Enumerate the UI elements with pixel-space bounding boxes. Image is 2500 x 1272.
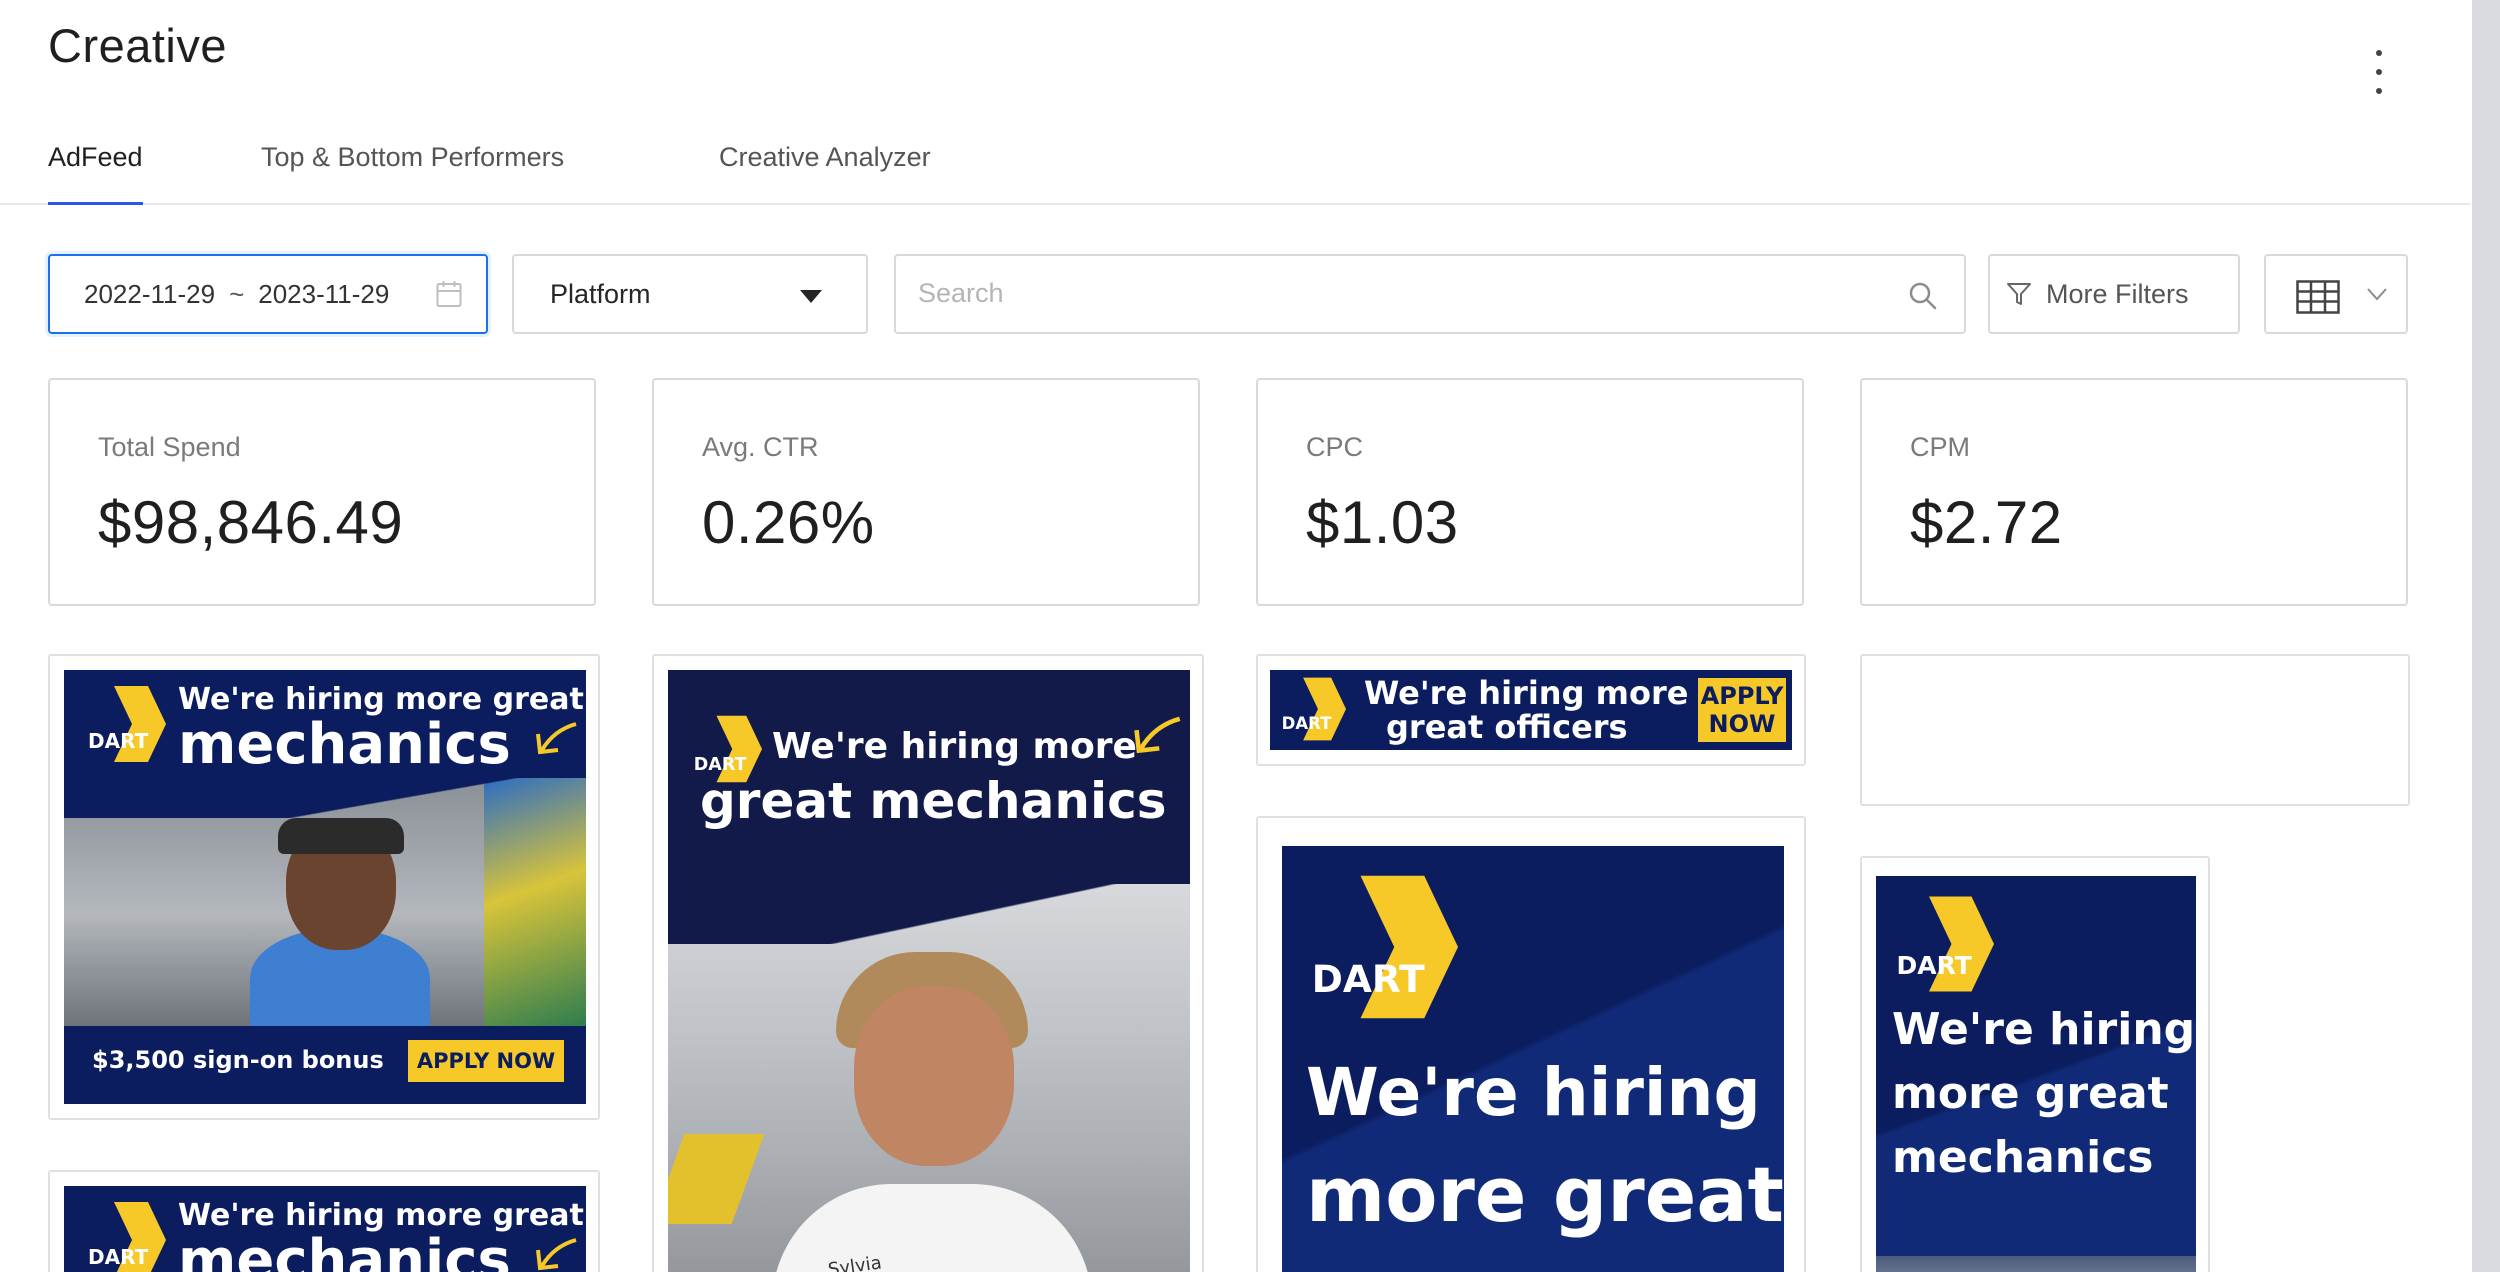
stat-card-cpc: CPC $1.03 [1256,378,1804,606]
view-mode-toggle[interactable] [2264,254,2408,334]
date-separator: ~ [229,278,245,309]
ad-photo-sylvia: Sylvia [668,884,1190,1272]
svg-text:DART: DART [1897,951,1972,980]
stat-value: 0.26% [702,489,875,556]
chevron-down-icon [2367,288,2387,301]
ad-headline-line2: mechanics [178,1228,511,1272]
ad-card[interactable]: DART We're hiring more great mechanics $… [48,654,600,1120]
svg-text:DART: DART [1312,957,1425,1001]
date-range-picker[interactable]: 2022-11-29 ~ 2023-11-29 [48,254,488,334]
table-grid-icon [2296,280,2340,314]
ad-apply-now-button[interactable]: APPLY NOW [1698,678,1786,742]
stat-value: $1.03 [1306,489,1459,556]
kebab-menu-icon[interactable] [2366,50,2392,94]
ad-creative-mechanics-bonus[interactable]: DART We're hiring more great mechanics $… [64,670,586,1104]
tab-adfeed[interactable]: AdFeed [48,142,143,205]
ad-headline-line1: We're hiring [1306,1054,1761,1131]
ad-card[interactable]: DART We're hiring more great mechanics S… [652,654,1204,1272]
stat-label: Avg. CTR [702,432,819,462]
ad-card[interactable]: DART We're hiring more great mechanics [1860,856,2210,1272]
stat-label: Total Spend [98,432,241,462]
tab-bar: AdFeed Top & Bottom Performers Creative … [0,130,2470,205]
more-filters-label: More Filters [2046,278,2189,309]
dart-logo: DART [88,686,166,762]
date-end[interactable]: 2023-11-29 [258,279,389,310]
ad-bonus-text: $3,500 sign-on bonus [92,1046,384,1074]
funnel-icon [2007,283,2031,305]
search-icon[interactable] [1908,281,1938,311]
search-input[interactable] [896,256,1856,330]
stat-label: CPC [1306,432,1364,462]
caret-down-icon [800,290,822,303]
platform-select-value: Platform [550,278,651,309]
ad-creative-officers-banner[interactable]: DART We're hiring more great officers AP… [1270,670,1792,750]
calendar-icon [436,281,462,307]
ad-apply-now-button[interactable]: APPLY NOW [408,1040,564,1082]
dart-logo: DART [88,1202,166,1272]
page-title: Creative [48,19,228,72]
svg-text:DART: DART [88,1245,149,1269]
ad-headline-line2: more great [1892,1068,2169,1119]
dart-logo: DART [1312,875,1458,1019]
filter-bar: 2022-11-29 ~ 2023-11-29 Platform Search … [48,254,2408,334]
ad-creative-mechanics-banner-2[interactable]: DART We're hiring more great mechanics [64,1186,586,1272]
ad-headline-line1: We're hiring [1892,1004,2196,1055]
platform-select[interactable]: Platform [512,254,868,334]
more-filters-button[interactable]: More Filters [1988,254,2240,334]
ad-card[interactable]: DART We're hiring more great [1256,816,1806,1272]
svg-text:DART: DART [88,729,149,753]
ad-headline-line2: more great [1306,1150,1784,1239]
ad-photo-mechanic [64,778,586,1026]
stat-value: $98,846.49 [98,489,404,556]
ad-headline-line2: great officers [1386,708,1628,746]
svg-text:DART: DART [1282,714,1332,733]
ad-headline-line2: mechanics [178,712,511,777]
creative-page: Creative AdFeed Top & Bottom Performers … [0,0,2470,1272]
ad-headline-line2: great mechanics [700,772,1167,830]
ad-creative-portrait-large[interactable]: DART We're hiring more great [1282,846,1784,1272]
ad-headline-line1: We're hiring more [1364,674,1689,712]
window-edge [2472,0,2500,1272]
ad-creative-mechanics-portrait[interactable]: DART We're hiring more great mechanics S… [668,670,1190,1272]
ad-card-placeholder[interactable] [1860,654,2410,806]
ad-creative-half-page[interactable]: DART We're hiring more great mechanics [1876,876,2196,1272]
ad-cta-line1: APPLY [1700,682,1784,710]
search-box[interactable] [894,254,1966,334]
arrow-accent-icon [536,1238,577,1271]
dart-logo: DART [1897,896,1994,992]
ad-card[interactable]: DART We're hiring more great mechanics [48,1170,600,1272]
dart-logo: DART [1282,677,1346,741]
ad-headline-line3: mechanics [1892,1132,2154,1183]
arrow-accent-icon [536,722,577,755]
tab-top-bottom-performers[interactable]: Top & Bottom Performers [261,142,564,203]
stat-card-cpm: CPM $2.72 [1860,378,2408,606]
ad-cta-line2: NOW [1708,710,1776,738]
stat-card-avg-ctr: Avg. CTR 0.26% [652,378,1200,606]
date-start[interactable]: 2022-11-29 [84,279,215,310]
ad-headline-line1: We're hiring more [772,726,1137,767]
arrow-accent-icon [1134,716,1181,754]
tab-creative-analyzer[interactable]: Creative Analyzer [719,142,931,203]
stat-card-total-spend: Total Spend $98,846.49 [48,378,596,606]
ad-card[interactable]: DART We're hiring more great officers AP… [1256,654,1806,766]
stat-value: $2.72 [1910,489,2063,556]
stat-label: CPM [1910,432,1970,462]
